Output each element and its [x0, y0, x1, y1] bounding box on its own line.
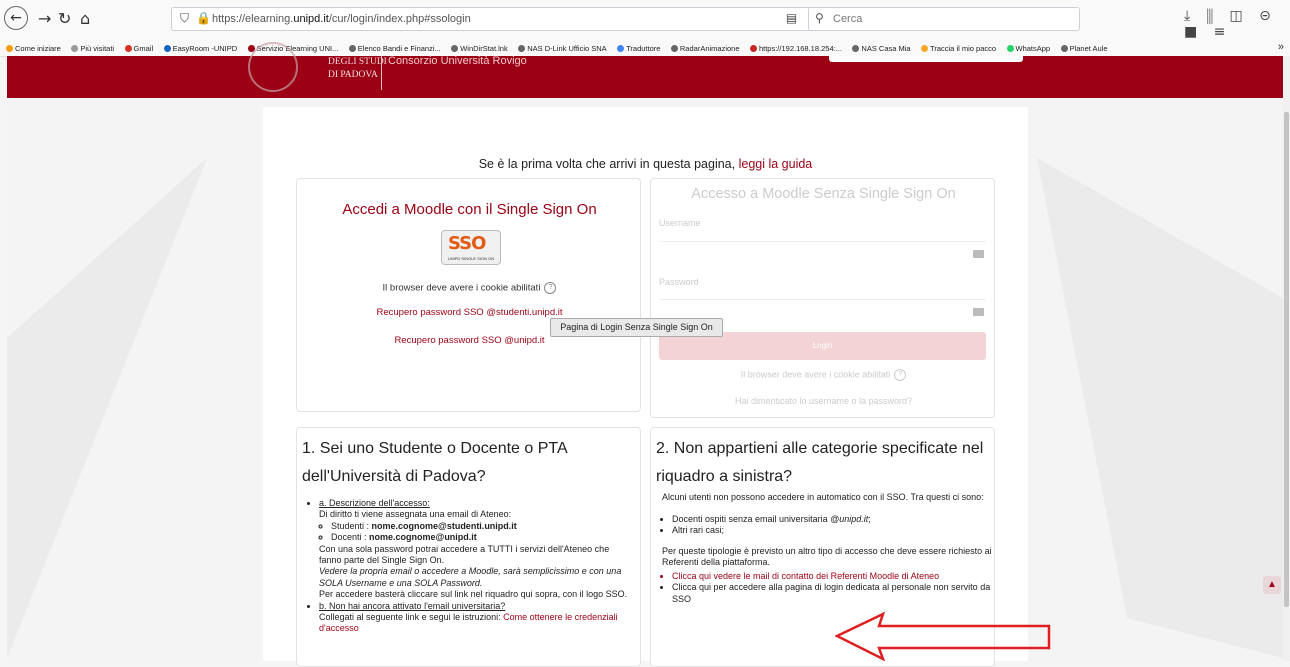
key-icon: [973, 250, 984, 258]
url-text[interactable]: https://elearning.unipd.it/cur/login/ind…: [212, 13, 471, 25]
bookmark-item[interactable]: EasyRoom -UNIPD: [163, 40, 237, 56]
sso-title: Accedi a Moodle con il Single Sign On: [342, 201, 597, 218]
back-icon[interactable]: ←: [4, 6, 28, 30]
students-info-panel: 1. Sei uno Studente o Docente o PTA dell…: [296, 427, 641, 667]
key-icon: [973, 308, 984, 316]
manual-login-panel: Accesso a Moodle Senza Single Sign On Us…: [650, 178, 995, 418]
email-assignment-text: Di diritto ti viene assegnata una email …: [319, 509, 512, 520]
help-icon[interactable]: ?: [544, 282, 557, 294]
username-field[interactable]: [659, 241, 986, 267]
browser-toolbar: ← → ↻ ⌂ ⛉ 🔒 https://elearning.unipd.it/c…: [0, 0, 1290, 40]
students-content: a. Descrizione dell'accesso: Di diritto …: [309, 498, 634, 635]
username-label: Username: [659, 218, 701, 228]
bookmark-item[interactable]: Gmail: [124, 40, 153, 56]
other-users-list: Docenti ospiti senza email universitaria…: [662, 514, 992, 537]
bookmark-item[interactable]: Più visitati: [71, 40, 114, 56]
forgot-credentials-link[interactable]: Hai dimenticato lo username o la passwor…: [651, 396, 996, 406]
manual-cookie-note: Il browser deve avere i cookie abilitati…: [651, 369, 996, 381]
bookmark-item[interactable]: NAS D-Link Ufficio SNA: [518, 40, 607, 56]
bookmark-item[interactable]: https://192.168.18.254:...: [749, 40, 842, 56]
manual-login-title: Accesso a Moodle Senza Single Sign On: [691, 186, 956, 202]
login-without-sso-button[interactable]: Pagina di Login Senza Single Sign On: [550, 318, 723, 337]
other-links-list: Clicca qui vedere le mail di contatto de…: [662, 571, 992, 605]
bookmarks-bar: Come iniziare Più visitati Gmail EasyRoo…: [0, 38, 1290, 57]
access-description-heading[interactable]: a. Descrizione dell'accesso:: [319, 498, 430, 508]
sso-logo-text: SSO: [448, 233, 486, 254]
bookmark-item[interactable]: Traduttore: [617, 40, 660, 56]
lock-icon: 🔒: [196, 11, 211, 25]
site-name[interactable]: Consorzio Università Rovigo: [388, 55, 527, 67]
list-item: Altri rari casi;: [672, 525, 992, 536]
arrow-up-icon[interactable]: ▲: [1263, 576, 1281, 594]
guide-link[interactable]: leggi la guida: [739, 157, 813, 171]
reload-icon[interactable]: ↻: [58, 9, 71, 29]
bookmarks-overflow-icon[interactable]: »: [1278, 38, 1284, 56]
other-access-text: Per queste tipologie è previsto un altro…: [662, 546, 992, 568]
simplicity-text: Vedere la propria email o accedere a Moo…: [319, 566, 622, 588]
search-bar[interactable]: ⚲ Cerca: [808, 7, 1080, 31]
bookmark-item[interactable]: Traccia il mio pacco: [921, 40, 996, 56]
bookmark-item[interactable]: WhatsApp: [1006, 40, 1050, 56]
university-seal-logo: [248, 42, 298, 92]
sso-login-panel: Accedi a Moodle con il Single Sign On SS…: [296, 178, 641, 412]
bookmark-item[interactable]: RadarAnimazione: [670, 40, 740, 56]
university-logo-text: DEGLI STUDI DI PADOVA: [328, 57, 387, 80]
sso-logo-caption: UNIPD SINGLE SIGN ON: [447, 256, 495, 261]
activate-email-heading[interactable]: b. Non hai ancora attivato l'email unive…: [319, 601, 505, 611]
logo-divider: [381, 56, 382, 90]
student-email-item: Studenti : nome.cognome@studenti.unipd.i…: [331, 521, 634, 532]
single-password-text: Con una sola password potrai accedere a …: [319, 543, 610, 566]
header-search-input[interactable]: [829, 56, 1023, 62]
other-users-title: 2. Non appartieni alle categorie specifi…: [656, 440, 984, 485]
login-card: Se è la prima volta che arrivi in questa…: [263, 107, 1028, 667]
intro-text: Se è la prima volta che arrivi in questa…: [478, 157, 813, 171]
students-title: 1. Sei uno Studente o Docente o PTA dell…: [302, 440, 567, 485]
password-label: Password: [659, 277, 699, 287]
help-icon[interactable]: ?: [894, 369, 907, 381]
home-icon[interactable]: ⌂: [80, 9, 90, 29]
bookmark-item[interactable]: Come iniziare: [6, 40, 61, 56]
sso-login-button[interactable]: SSO UNIPD SINGLE SIGN ON: [441, 230, 501, 265]
referents-contact-link[interactable]: Clicca qui vedere le mail di contatto de…: [672, 571, 992, 582]
forward-icon[interactable]: →: [38, 9, 51, 29]
other-users-intro: Alcuni utenti non possono accedere in au…: [662, 492, 984, 502]
activate-email-text: Collegati al seguente link e segui le is…: [319, 612, 618, 634]
bookmark-item[interactable]: NAS Casa Mia: [852, 40, 911, 56]
list-item: Docenti ospiti senza email universitaria…: [672, 514, 992, 525]
bookmark-item[interactable]: Planet Aule: [1060, 40, 1108, 56]
shield-icon: ⛉: [180, 11, 190, 25]
site-header: DEGLI STUDI DI PADOVA Consorzio Universi…: [7, 42, 1283, 98]
cookie-note: Il browser deve avere i cookie abilitati…: [297, 282, 642, 294]
search-placeholder: Cerca: [833, 13, 863, 25]
scrollbar-thumb[interactable]: [1284, 112, 1289, 607]
manual-login-page-link[interactable]: Clicca qui per accedere alla pagina di l…: [672, 582, 992, 605]
annotation-arrow: [835, 612, 1051, 661]
recover-password-students-link[interactable]: Recupero password SSO @studenti.unipd.it: [297, 307, 642, 318]
search-icon: ⚲: [815, 11, 824, 25]
address-bar[interactable]: ⛉ 🔒 https://elearning.unipd.it/cur/login…: [171, 7, 864, 31]
teacher-email-item: Docenti : nome.cognome@unipd.it: [331, 532, 634, 543]
toolbar-icons[interactable]: ⤓ ⫼ ◫ ⊝ ■ ≡: [1184, 8, 1290, 40]
access-instructions-text: Per accedere basterà cliccare sul link n…: [319, 589, 628, 600]
